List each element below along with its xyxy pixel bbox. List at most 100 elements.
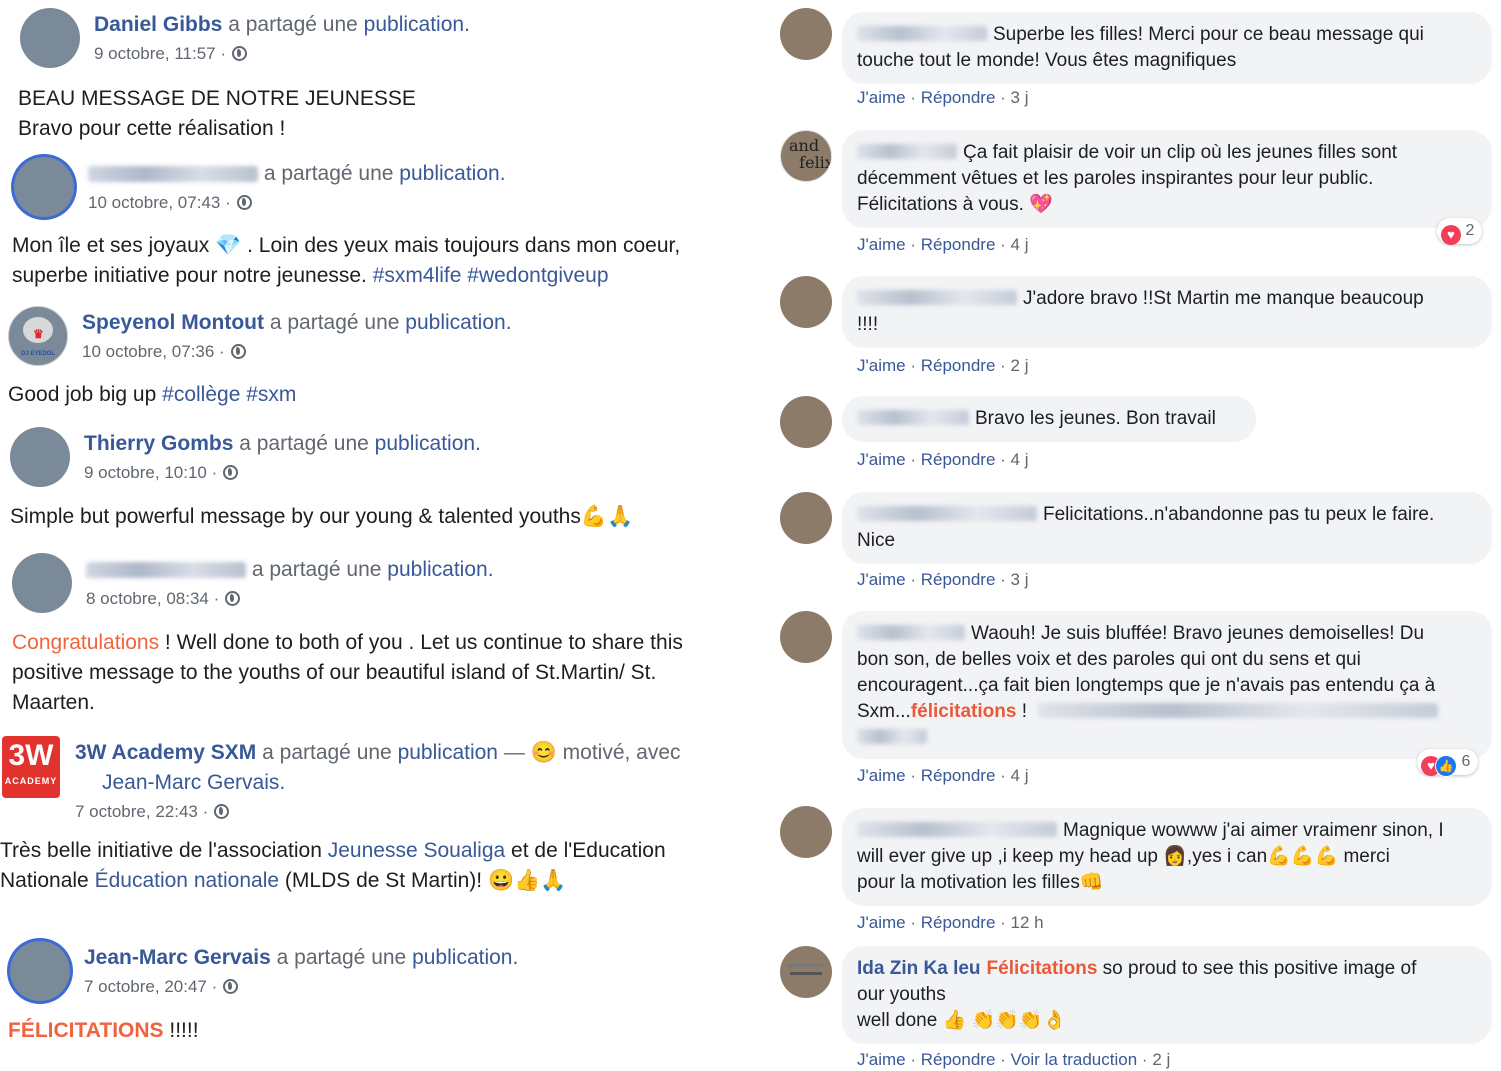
comment-bubble: Ida Zin Ka leu Félicitations so proud to … xyxy=(842,946,1492,1044)
comment-bubble: Bravo les jeunes. Bon travail xyxy=(842,396,1256,442)
like-link[interactable]: J'aime xyxy=(857,88,906,107)
comment-age[interactable]: 3 j xyxy=(1011,88,1029,107)
comment-actions: J'aime · Répondre · 2 j xyxy=(857,356,1029,375)
commenter-name-redacted[interactable] xyxy=(857,625,965,640)
reaction-count[interactable]: ♥ 👍 6 xyxy=(1417,749,1479,777)
commenter-avatar[interactable] xyxy=(780,8,832,60)
commenter-avatar[interactable] xyxy=(780,946,832,998)
comment-age[interactable]: 2 j xyxy=(1011,356,1029,375)
share-time[interactable]: 7 octobre, 22:43 · xyxy=(75,802,230,822)
highlight-word: Congratulations xyxy=(12,631,160,654)
comments-column: Superbe les filles! Merci pour ce beau m… xyxy=(775,0,1501,1071)
like-link[interactable]: J'aime xyxy=(857,1050,906,1069)
avatar[interactable] xyxy=(20,8,80,68)
reply-link[interactable]: Répondre xyxy=(921,766,996,785)
3w-academy-logo[interactable]: 3W ACADEMY xyxy=(2,736,60,798)
share-verb: a partagé une xyxy=(276,946,407,969)
share-item: Jean-Marc Gervais a partagé une publicat… xyxy=(8,941,750,1061)
page-link[interactable]: Éducation nationale xyxy=(95,869,279,892)
comment-age[interactable]: 4 j xyxy=(1011,235,1029,254)
commenter-name-redacted[interactable] xyxy=(857,506,1037,521)
reply-link[interactable]: Répondre xyxy=(921,913,996,932)
avatar[interactable]: ♛ DJ EYEDOL xyxy=(8,306,68,366)
commenter-name-redacted[interactable] xyxy=(857,410,969,425)
comment-bubble: Superbe les filles! Merci pour ce beau m… xyxy=(842,12,1492,84)
share-text: Très belle initiative de l'association J… xyxy=(0,839,666,892)
author-link[interactable]: Jean-Marc Gervais xyxy=(84,946,271,969)
commenter-avatar[interactable] xyxy=(780,806,832,858)
reply-link[interactable]: Répondre xyxy=(921,88,996,107)
publication-link[interactable]: publication. xyxy=(405,311,511,334)
share-item: a partagé une publication. 8 octobre, 08… xyxy=(12,553,752,723)
reply-link[interactable]: Répondre xyxy=(921,356,996,375)
like-link[interactable]: J'aime xyxy=(857,356,906,375)
like-link[interactable]: J'aime xyxy=(857,766,906,785)
share-header: Speyenol Montout a partagé une publicati… xyxy=(82,308,512,338)
publication-link[interactable]: publication xyxy=(398,741,498,764)
commenter-name-redacted[interactable] xyxy=(857,144,957,159)
translate-link[interactable]: Voir la traduction xyxy=(1011,1050,1138,1069)
like-link[interactable]: J'aime xyxy=(857,570,906,589)
commenter-avatar[interactable]: and felix xyxy=(780,130,832,182)
reply-link[interactable]: Répondre xyxy=(921,235,996,254)
globe-icon xyxy=(223,979,239,994)
commenter-avatar[interactable] xyxy=(780,396,832,448)
share-header: a partagé une publication. xyxy=(88,159,506,189)
avatar[interactable] xyxy=(12,553,72,613)
commenter-name[interactable]: Ida Zin Ka leu xyxy=(857,958,981,979)
redacted-mention[interactable] xyxy=(1038,703,1439,718)
tagged-user-link[interactable]: Jean-Marc Gervais. xyxy=(102,771,285,794)
redacted-mention[interactable] xyxy=(857,729,927,744)
share-verb: a partagé une xyxy=(251,558,382,581)
avatar[interactable] xyxy=(10,427,70,487)
hashtags[interactable]: #collège #sxm xyxy=(162,383,296,406)
share-time[interactable]: 8 octobre, 08:34 · xyxy=(86,589,241,609)
commenter-avatar[interactable] xyxy=(780,276,832,328)
page-link[interactable]: Jeunesse Soualiga xyxy=(328,839,505,862)
publication-link[interactable]: publication. xyxy=(364,13,470,36)
comment-bubble: J'adore bravo !!St Martin me manque beau… xyxy=(842,276,1492,348)
comment-age[interactable]: 12 h xyxy=(1011,913,1044,932)
globe-icon xyxy=(225,591,241,606)
reply-link[interactable]: Répondre xyxy=(921,570,996,589)
commenter-name-redacted[interactable] xyxy=(857,290,1017,305)
comment-age[interactable]: 2 j xyxy=(1152,1050,1170,1069)
author-link[interactable]: Daniel Gibbs xyxy=(94,13,222,36)
highlight-word: FÉLICITATIONS xyxy=(8,1019,164,1042)
like-link[interactable]: J'aime xyxy=(857,913,906,932)
publication-link[interactable]: publication. xyxy=(375,432,481,455)
publication-link[interactable]: publication. xyxy=(387,558,493,581)
share-time[interactable]: 9 octobre, 11:57 · xyxy=(94,44,247,64)
author-link[interactable]: Speyenol Montout xyxy=(82,311,264,334)
share-text: FÉLICITATIONS !!!!! xyxy=(8,1019,199,1042)
share-time[interactable]: 10 octobre, 07:36 · xyxy=(82,342,246,362)
author-name-redacted[interactable] xyxy=(88,166,258,183)
like-link[interactable]: J'aime xyxy=(857,450,906,469)
avatar[interactable] xyxy=(10,941,70,1001)
love-reaction-icon: ♥ xyxy=(1441,225,1461,245)
share-time[interactable]: 10 octobre, 07:43 · xyxy=(88,193,252,213)
comment-age[interactable]: 4 j xyxy=(1011,766,1029,785)
comment-age[interactable]: 4 j xyxy=(1011,450,1029,469)
commenter-avatar[interactable] xyxy=(780,492,832,544)
share-time[interactable]: 7 octobre, 20:47 · xyxy=(84,977,239,997)
avatar[interactable] xyxy=(14,157,74,217)
reply-link[interactable]: Répondre xyxy=(921,1050,996,1069)
commenter-avatar[interactable] xyxy=(780,611,832,663)
publication-link[interactable]: publication. xyxy=(412,946,518,969)
hashtags[interactable]: #sxm4life #wedontgiveup xyxy=(373,264,609,287)
share-item: a partagé une publication. 10 octobre, 0… xyxy=(12,157,744,297)
share-time[interactable]: 9 octobre, 10:10 · xyxy=(84,463,239,483)
reaction-count[interactable]: ♥ 2 xyxy=(1437,218,1483,245)
commenter-name-redacted[interactable] xyxy=(857,822,1057,837)
globe-icon xyxy=(223,465,239,480)
share-header: Thierry Gombs a partagé une publication. xyxy=(84,429,481,459)
author-link[interactable]: 3W Academy SXM xyxy=(75,741,256,764)
like-link[interactable]: J'aime xyxy=(857,235,906,254)
commenter-name-redacted[interactable] xyxy=(857,26,987,41)
reply-link[interactable]: Répondre xyxy=(921,450,996,469)
comment-age[interactable]: 3 j xyxy=(1011,570,1029,589)
publication-link[interactable]: publication. xyxy=(399,162,505,185)
author-link[interactable]: Thierry Gombs xyxy=(84,432,233,455)
author-name-redacted[interactable] xyxy=(86,562,246,579)
